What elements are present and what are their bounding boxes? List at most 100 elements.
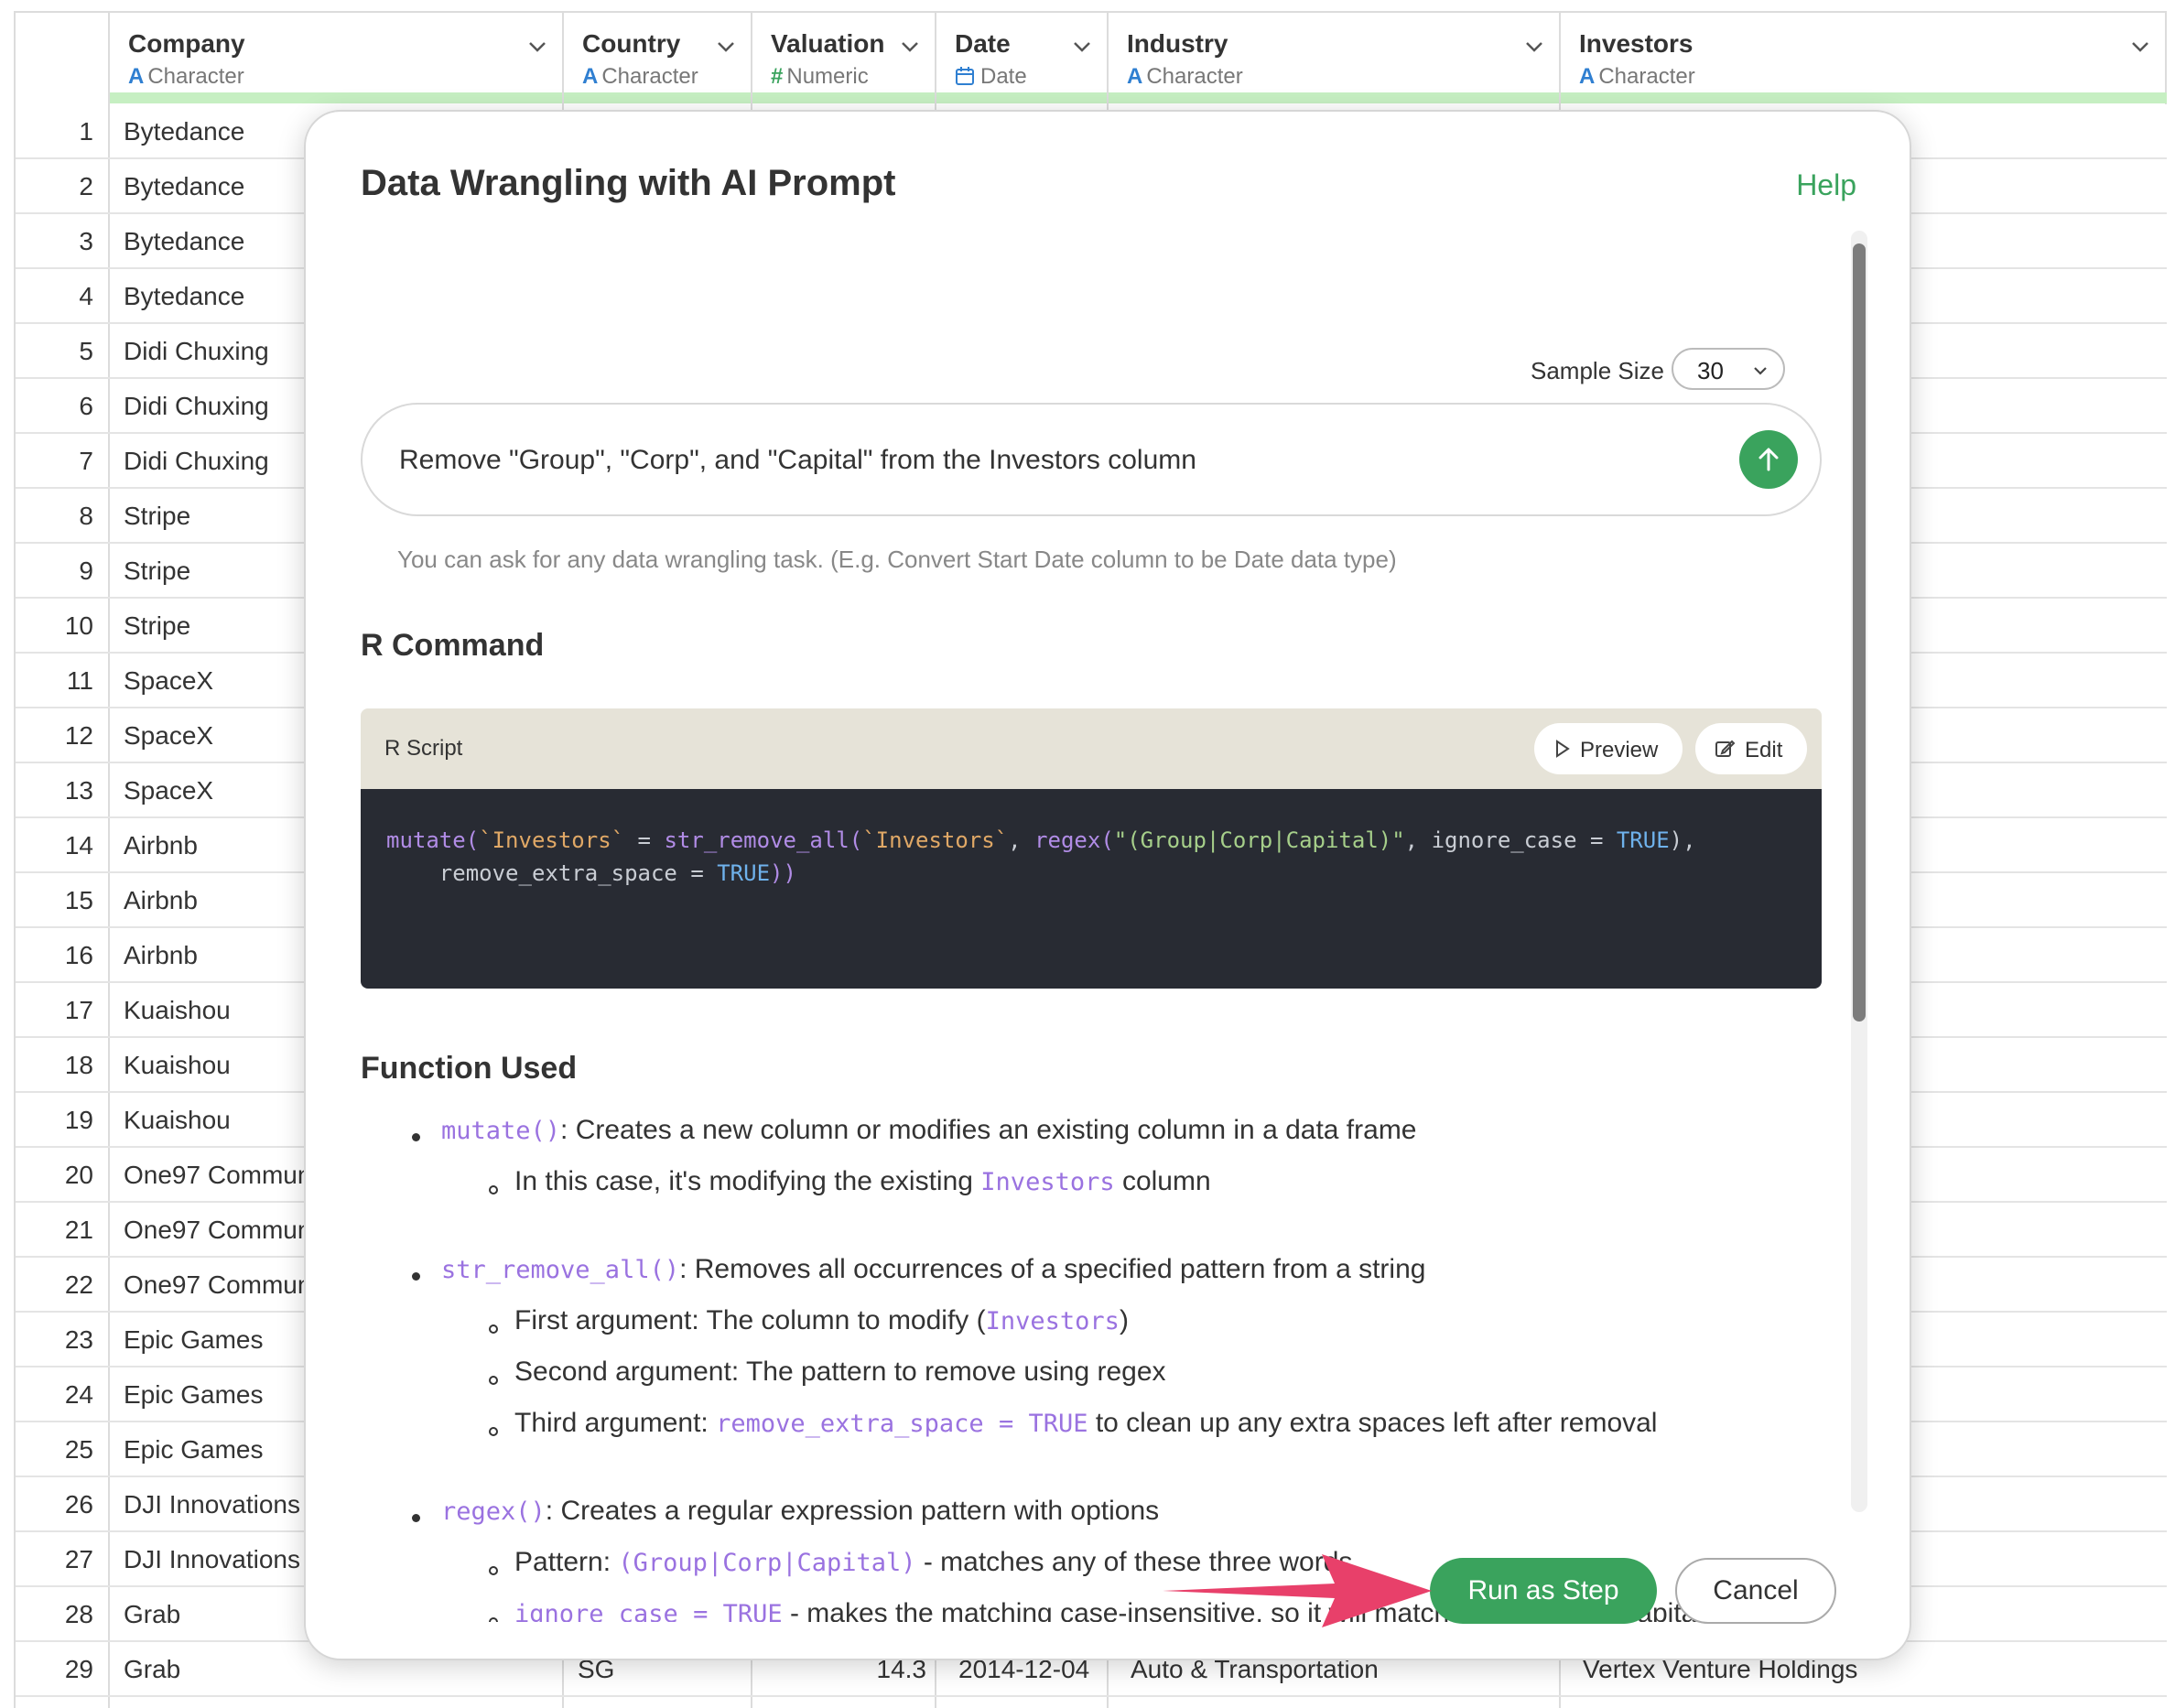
calendar-icon [956, 67, 974, 85]
column-header-date[interactable]: Date Date [936, 13, 1109, 104]
cell-company[interactable]: DJI Innovations [124, 1545, 300, 1574]
sample-size-value: 30 [1697, 357, 1724, 384]
cell-company[interactable]: Bytedance [124, 227, 244, 256]
cell-company[interactable]: Epic Games [124, 1380, 264, 1410]
function-subitem: First argument: The column to modify (In… [514, 1305, 1129, 1335]
code-block[interactable]: mutate(`Investors` = str_remove_all(`Inv… [361, 789, 1822, 989]
cell-company[interactable]: One97 Commun [124, 1270, 311, 1300]
character-type-icon: A [1127, 64, 1143, 89]
row-number: 24 [64, 1380, 93, 1409]
column-type-label: Character [601, 64, 698, 89]
cell-company[interactable]: Kuaishou [124, 1106, 231, 1135]
cell-company[interactable]: Didi Chuxing [124, 337, 269, 366]
column-header-investors[interactable]: Investors A Character [1561, 13, 2167, 104]
row-number: 26 [64, 1490, 93, 1519]
chevron-down-icon[interactable] [2130, 37, 2150, 57]
row-number: 28 [64, 1600, 93, 1628]
row-number: 12 [64, 721, 93, 750]
cell-company[interactable]: SpaceX [124, 721, 213, 751]
arrow-up-icon [1758, 448, 1779, 471]
r-script-panel: R Script Preview Edit mutate(`Investors`… [361, 708, 1822, 989]
cell-company[interactable]: Airbnb [124, 886, 198, 915]
chevron-down-icon [1754, 367, 1767, 375]
column-type-label: Character [1598, 64, 1695, 89]
column-header-valuation[interactable]: Valuation # Numeric [752, 13, 936, 104]
r-code: mutate(`Investors` = str_remove_all(`Inv… [386, 827, 1696, 886]
cell-company[interactable]: Bytedance [124, 172, 244, 201]
column-header-company[interactable]: Company A Character [110, 13, 564, 104]
function-subitem: Second argument: The pattern to remove u… [514, 1357, 1166, 1387]
cell-company[interactable]: Grab [124, 1655, 180, 1684]
column-name: Valuation [771, 29, 885, 58]
r-command-title: R Command [361, 628, 545, 663]
row-number: 14 [64, 831, 93, 859]
preview-button[interactable]: Preview [1534, 723, 1683, 774]
row-number: 19 [64, 1106, 93, 1134]
cell-company[interactable]: DJI Innovations [124, 1490, 300, 1519]
row-number: 1 [79, 117, 93, 146]
column-type: A Character [1127, 64, 1243, 90]
column-name: Investors [1579, 29, 1693, 58]
play-icon [1556, 740, 1570, 758]
column-type-label: Numeric [786, 64, 869, 89]
row-number: 13 [64, 776, 93, 805]
help-link[interactable]: Help [1796, 168, 1856, 202]
chevron-down-icon[interactable] [1072, 37, 1092, 57]
scrollbar[interactable] [1851, 231, 1867, 1512]
cell-company[interactable]: Stripe [124, 611, 190, 641]
cell-company[interactable]: One97 Commun [124, 1216, 311, 1245]
cell-company[interactable]: Stripe [124, 557, 190, 586]
column-quality-bar [110, 92, 2167, 103]
column-type-label: Date [980, 64, 1027, 89]
character-type-icon: A [1579, 64, 1596, 89]
cell-company[interactable]: Kuaishou [124, 1051, 231, 1080]
column-type: A Character [1579, 64, 1695, 90]
row-number: 3 [79, 227, 93, 255]
column-name: Industry [1127, 29, 1228, 58]
row-number: 22 [64, 1270, 93, 1299]
cell-company[interactable]: SpaceX [124, 666, 213, 696]
dialog-scroll-area[interactable]: Sample Size 30 Remove "Group", "Corp", a… [306, 222, 1871, 1622]
cell-company[interactable]: Airbnb [124, 831, 198, 860]
column-name: Company [128, 29, 245, 58]
ai-prompt-dialog: Data Wrangling with AI Prompt Help Sampl… [304, 110, 1911, 1660]
column-type: # Numeric [771, 64, 869, 90]
send-button[interactable] [1739, 430, 1798, 489]
column-name: Country [582, 29, 681, 58]
cell-company[interactable]: Stripe [124, 502, 190, 531]
cell-company[interactable]: SpaceX [124, 776, 213, 805]
r-script-header: R Script Preview Edit [361, 708, 1822, 789]
cell-company[interactable]: Grab [124, 1600, 180, 1629]
scrollbar-thumb[interactable] [1853, 243, 1866, 1022]
cell-company[interactable]: Kuaishou [124, 996, 231, 1025]
row-number: 6 [79, 392, 93, 420]
function-item-regex: regex(): Creates a regular expression pa… [441, 1496, 1160, 1526]
edit-button[interactable]: Edit [1695, 723, 1807, 774]
chevron-down-icon[interactable] [1524, 37, 1544, 57]
column-header-country[interactable]: Country A Character [564, 13, 752, 104]
cell-company[interactable]: Airbnb [124, 941, 198, 970]
chevron-down-icon[interactable] [900, 37, 920, 57]
prompt-text[interactable]: Remove "Group", "Corp", and "Capital" fr… [399, 445, 1196, 476]
row-number: 25 [64, 1435, 93, 1464]
numeric-type-icon: # [771, 64, 784, 89]
chevron-down-icon[interactable] [527, 37, 547, 57]
run-as-step-button[interactable]: Run as Step [1430, 1558, 1657, 1624]
cell-company[interactable]: Epic Games [124, 1435, 264, 1465]
cell-company[interactable]: Didi Chuxing [124, 392, 269, 421]
r-script-label: R Script [384, 736, 463, 761]
cell-company[interactable]: Didi Chuxing [124, 447, 269, 476]
cancel-button[interactable]: Cancel [1675, 1558, 1836, 1624]
column-type-label: Character [147, 64, 244, 89]
row-number: 5 [79, 337, 93, 365]
column-type: A Character [582, 64, 698, 90]
cell-company[interactable]: Bytedance [124, 282, 244, 311]
cell-company[interactable]: Bytedance [124, 117, 244, 146]
chevron-down-icon[interactable] [716, 37, 736, 57]
function-item-mutate: mutate(): Creates a new column or modifi… [441, 1115, 1417, 1145]
sample-size-select[interactable]: 30 [1672, 348, 1785, 390]
cell-company[interactable]: One97 Commun [124, 1161, 311, 1190]
cell-company[interactable]: Epic Games [124, 1325, 264, 1355]
column-header-industry[interactable]: Industry A Character [1109, 13, 1561, 104]
prompt-input[interactable]: Remove "Group", "Corp", and "Capital" fr… [361, 403, 1822, 516]
